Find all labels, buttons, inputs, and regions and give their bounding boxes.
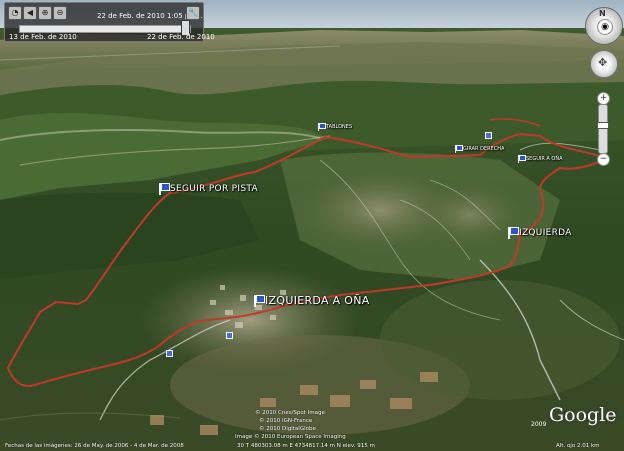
flag-icon [508,227,519,239]
compass-north: N [599,9,606,18]
placemark-label: TABLONES [326,124,353,130]
start-date: 13 de Feb. de 2010 [9,33,77,41]
flag-icon [159,183,170,195]
credit-line: Image © 2010 European Space Imaging [235,434,346,440]
credit-line: © 2010 DigitalGlobe [259,426,316,432]
placemark-girar-derecha[interactable]: GIRAR DERECHA [455,145,504,153]
placemark-label: SEGUIR POR PISTA [170,184,258,194]
clock-icon[interactable]: ◔ [8,6,22,20]
eye-altitude: Alt. ojo 2.01 km [556,443,600,449]
zoom-in-time-icon[interactable]: ⊕ [38,6,52,20]
logo-year: 2009 [531,421,547,428]
placemark-label: IZQUIERDA [519,228,572,238]
imagery-dates: Fechas de las imágenes: 26 de May. de 20… [5,443,184,449]
look-joystick-icon[interactable]: ◉ [597,19,613,35]
placemark-izquierda[interactable]: IZQUIERDA [508,227,572,239]
zoom-out-button[interactable]: − [597,153,610,166]
credit-line: © 2010 Cnes/Spot Image [255,410,325,416]
terrain-imagery [0,0,624,451]
time-slider-track[interactable] [19,25,191,33]
flag-icon [455,145,463,153]
coordinates-readout: 30 T 480303.08 m E 4734817.14 m N elev. … [237,443,375,449]
placemark-seguir-a-ona[interactable]: SEGUIR A OÑA [518,155,563,163]
move-joystick[interactable]: ✥ [590,50,618,78]
zoom-slider-track[interactable] [598,104,608,154]
imagery-credits: © 2010 Cnes/Spot Image © 2010 IGN-France… [235,409,346,441]
status-bar: Fechas de las imágenes: 26 de May. de 20… [0,441,624,451]
flag-icon [518,155,526,163]
placemark-tablones[interactable]: TABLONES [318,123,352,131]
time-slider-panel: ◔ ◀ ⊕ ⊖ 22 de Feb. de 2010 1:05 p. m. 13… [4,2,215,42]
play-icon[interactable]: ◀ [23,6,37,20]
zoom-slider-knob[interactable] [597,122,609,129]
compass-ring[interactable]: N ◉ [585,7,623,45]
flag-icon [254,294,265,307]
zoom-out-time-icon[interactable]: ⊖ [53,6,67,20]
end-date: 22 de Feb. de 2010 [147,33,215,41]
waypoint-marker[interactable] [166,350,173,357]
waypoint-marker[interactable] [226,332,233,339]
wrench-icon[interactable]: 🔧 [186,6,200,20]
placemark-seguir-por-pista[interactable]: SEGUIR POR PISTA [159,183,258,195]
credit-line: © 2010 IGN-France [259,418,313,424]
flag-icon [318,123,326,131]
google-logo: Google [549,404,617,426]
map-view[interactable] [0,0,624,451]
hand-icon: ✥ [598,56,608,69]
placemark-izquierda-a-ona[interactable]: IZQUIERDA A OÑA [254,294,370,307]
waypoint-marker[interactable] [485,132,492,139]
placemark-label: GIRAR DERECHA [463,146,505,152]
placemark-label: SEGUIR A OÑA [526,156,563,162]
placemark-label: IZQUIERDA A OÑA [265,294,370,307]
